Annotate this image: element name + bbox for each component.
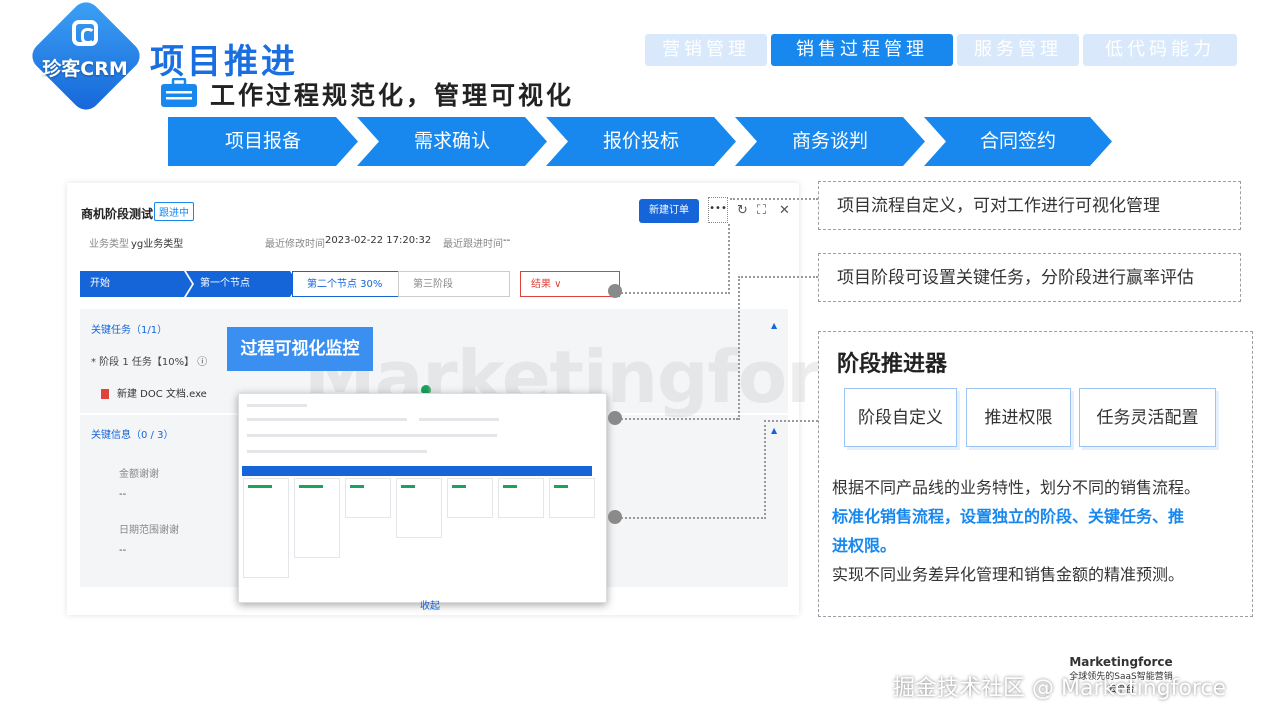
feature-stage-custom: 阶段自定义 [844,388,957,447]
stage-advancer-panel: 阶段推进器 阶段自定义 推进权限 任务灵活配置 根据不同产品线的业务特性，划分不… [818,331,1253,617]
logo-c-icon [72,20,98,46]
attached-file[interactable]: 新建 DOC 文档.exe [101,385,207,400]
process-step-report: 项目报备 [168,117,358,166]
connector-line [618,418,738,420]
connector-dot [608,284,622,298]
feature-permission: 推进权限 [966,388,1071,447]
advancer-desc-highlight: 标准化销售流程，设置独立的阶段、关键任务、推 [832,507,1185,526]
modified-label: 最近修改时间 [265,239,325,250]
collapse-icon[interactable]: ▲ [771,426,777,435]
connector-line [730,198,818,200]
connector-line [728,224,730,294]
feature-task-config: 任务灵活配置 [1079,388,1216,447]
file-icon [101,389,109,399]
field-date-value: -- [119,545,127,556]
stage-third[interactable]: 第三阶段 [398,271,510,297]
more-icon[interactable]: ••• [708,197,728,223]
tab-low-code[interactable]: 低代码能力 [1083,34,1237,66]
key-tasks-label: 关键任务（1/1） [91,325,168,336]
opportunity-title: 商机阶段测试 [81,207,154,221]
process-step-confirm: 需求确认 [357,117,547,166]
connector-line [764,420,766,519]
connector-line [618,292,730,294]
new-order-button[interactable]: 新建订单 [639,199,699,223]
task-item: * 阶段 1 任务【10%】 ⓘ [91,357,208,368]
connector-line [764,420,818,422]
close-icon[interactable]: ✕ [779,203,790,218]
status-badge: 跟进中 [154,202,194,221]
field-amount-label: 金额谢谢 [119,469,159,480]
key-info-label: 关键信息（0 / 3） [91,430,174,441]
fullscreen-icon[interactable]: ⛶ [757,203,766,218]
page-subtitle: 工作过程规范化，管理可视化 [210,81,575,110]
overlay-label: 过程可视化监控 [227,327,373,371]
tab-sales-process[interactable]: 销售过程管理 [771,34,953,66]
file-name: 新建 DOC 文档.exe [117,389,207,400]
biz-type-value: yg业务类型 [131,239,184,250]
modified-value: 2023-02-22 17:20:32 [325,235,432,246]
connector-line [738,276,818,278]
stage-result[interactable]: 结果 ∨ [520,271,620,297]
briefcase-icon [161,78,197,107]
followup-value: -- [503,235,511,246]
process-step-negotiate: 商务谈判 [735,117,925,166]
connector-dot [608,411,622,425]
process-step-contract: 合同签约 [924,117,1112,166]
kanban-preview [238,393,607,603]
collapse-icon[interactable]: ▲ [771,321,777,330]
footer-brand: Marketingforce [1069,655,1173,669]
process-step-quote: 报价投标 [546,117,736,166]
kanban-header-bar [242,466,592,476]
top-tab-bar: 营销管理 销售过程管理 服务管理 低代码能力 [645,34,1237,66]
brand-logo: 珍客CRM [26,0,146,116]
advancer-title: 阶段推进器 [837,352,948,377]
callout-custom-flow: 项目流程自定义，可对工作进行可视化管理 [818,181,1241,230]
tab-marketing[interactable]: 营销管理 [645,34,767,66]
connector-line [738,276,740,420]
footer-watermark-text: 掘金技术社区 @ Marketingforce [893,676,1227,701]
field-date-label: 日期范围谢谢 [119,525,179,536]
tab-service[interactable]: 服务管理 [957,34,1079,66]
logo-text: 珍客CRM [42,58,128,80]
field-amount-value: -- [119,489,127,500]
advancer-desc-highlight: 进权限。 [832,536,897,555]
crm-screenshot-panel: 商机阶段测试 跟进中 业务类型 yg业务类型 最近修改时间 2023-02-22… [67,183,911,615]
connector-line [618,517,766,519]
connector-dot [608,510,622,524]
followup-label: 最近跟进时间 [443,239,503,250]
refresh-icon[interactable]: ↻ [737,203,748,218]
stage-start[interactable]: 开始 [80,271,192,297]
stage-first-node[interactable]: 第一个节点 [186,271,298,297]
callout-key-tasks: 项目阶段可设置关键任务，分阶段进行赢率评估 [818,253,1241,302]
advancer-desc: 实现不同业务差异化管理和销售金额的精准预测。 [832,565,1185,584]
stage-second-node[interactable]: 第二个节点 30% [292,271,404,297]
collapse-link[interactable]: 收起 [420,597,440,612]
advancer-desc: 根据不同产品线的业务特性，划分不同的销售流程。 [832,478,1201,497]
biz-type-label: 业务类型 [89,239,129,250]
